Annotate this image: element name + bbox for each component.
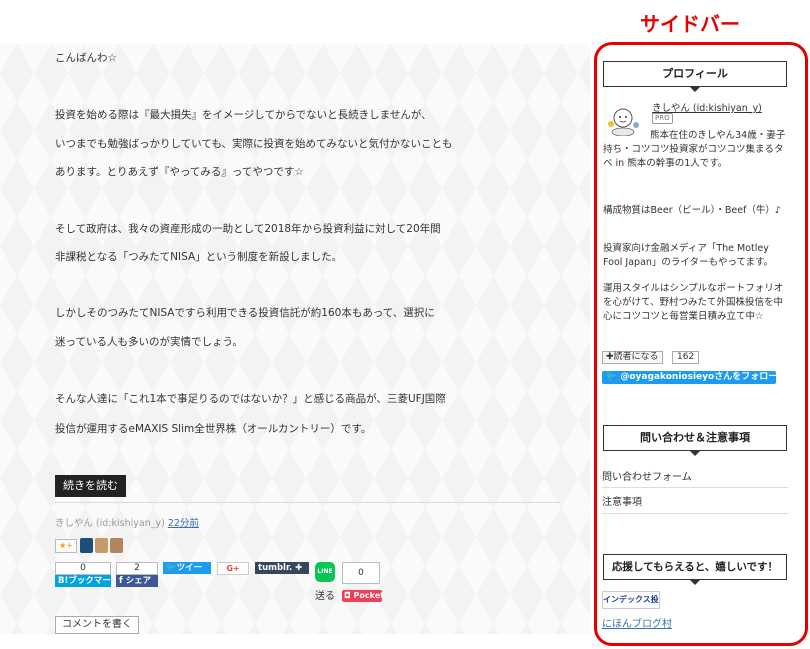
facebook-share[interactable]: 2 f シェア	[116, 562, 158, 587]
twitter-bird-icon: 🐦	[166, 563, 177, 573]
google-plus-share-button[interactable]: G+	[217, 562, 249, 575]
read-more-button[interactable]: 続きを読む	[55, 475, 126, 497]
article-text: そんな人達に「これ1本で事足りるのではないか？」と感じる商品が、三菱UFJ国際	[55, 393, 446, 405]
pocket-icon: ◘	[344, 591, 351, 600]
star-user-avatar[interactable]	[95, 538, 108, 553]
pocket-count: 0	[342, 562, 380, 584]
tumblr-share-button[interactable]: tumblr. ✚	[255, 562, 309, 574]
line-share-icon[interactable]: LINE	[315, 562, 335, 582]
write-comment-button[interactable]: コメントを書く	[55, 616, 139, 634]
article-text: そして政府は、我々の資産形成の一助として2018年から投資利益に対して20年間	[55, 223, 441, 235]
article-greeting: こんばんわ☆	[55, 52, 117, 64]
posted-time-link[interactable]: 22分前	[168, 518, 199, 529]
article-text: 投信が運用するeMAXIS Slim全世界株（オールカントリー）です。	[55, 423, 372, 435]
pocket-button[interactable]: ◘ Pocket	[342, 590, 384, 602]
article-text: 非課税となる「つみたてNISA」という制度を新設しました。	[55, 251, 343, 263]
article-text: 迷っている人も多いのが実情でしょう。	[55, 336, 243, 348]
hatena-bookmark-button[interactable]: B!ブックマーク	[55, 575, 111, 587]
sidebar-highlight-frame	[594, 42, 808, 646]
add-star-button[interactable]: ★+	[55, 539, 77, 553]
article-text: 投資を始める際は『最大損失』をイメージしてからでないと長続きしませんが、	[55, 109, 432, 121]
star-user-avatar[interactable]	[110, 538, 123, 553]
star-user-avatar[interactable]	[80, 538, 93, 553]
sidebar-annotation-label: サイドバー	[640, 12, 740, 36]
hatena-bookmark-share[interactable]: 0 B!ブックマーク	[55, 562, 111, 587]
article-text: いつまでも勉強ばっかりしていても、実際に投資を始めてみないと気付かないことも	[55, 138, 453, 150]
facebook-share-count: 2	[116, 562, 158, 575]
article-text: しかしそのつみたてNISAですら利用できる投資信託が約160本もあって、選択に	[55, 307, 435, 319]
byline: きしやん (id:kishiyan_y) 22分前	[55, 515, 199, 529]
hatena-bookmark-count: 0	[55, 562, 111, 575]
line-share-label[interactable]: 送る	[315, 587, 335, 602]
twitter-share-button[interactable]: 🐦ツイー	[163, 562, 211, 574]
author-name[interactable]: きしやん (id:kishiyan_y)	[55, 518, 165, 529]
divider	[55, 502, 560, 503]
facebook-share-button[interactable]: f シェア	[116, 575, 158, 587]
article-text: あります。とりあえず『やってみる』ってやつです☆	[55, 166, 304, 178]
